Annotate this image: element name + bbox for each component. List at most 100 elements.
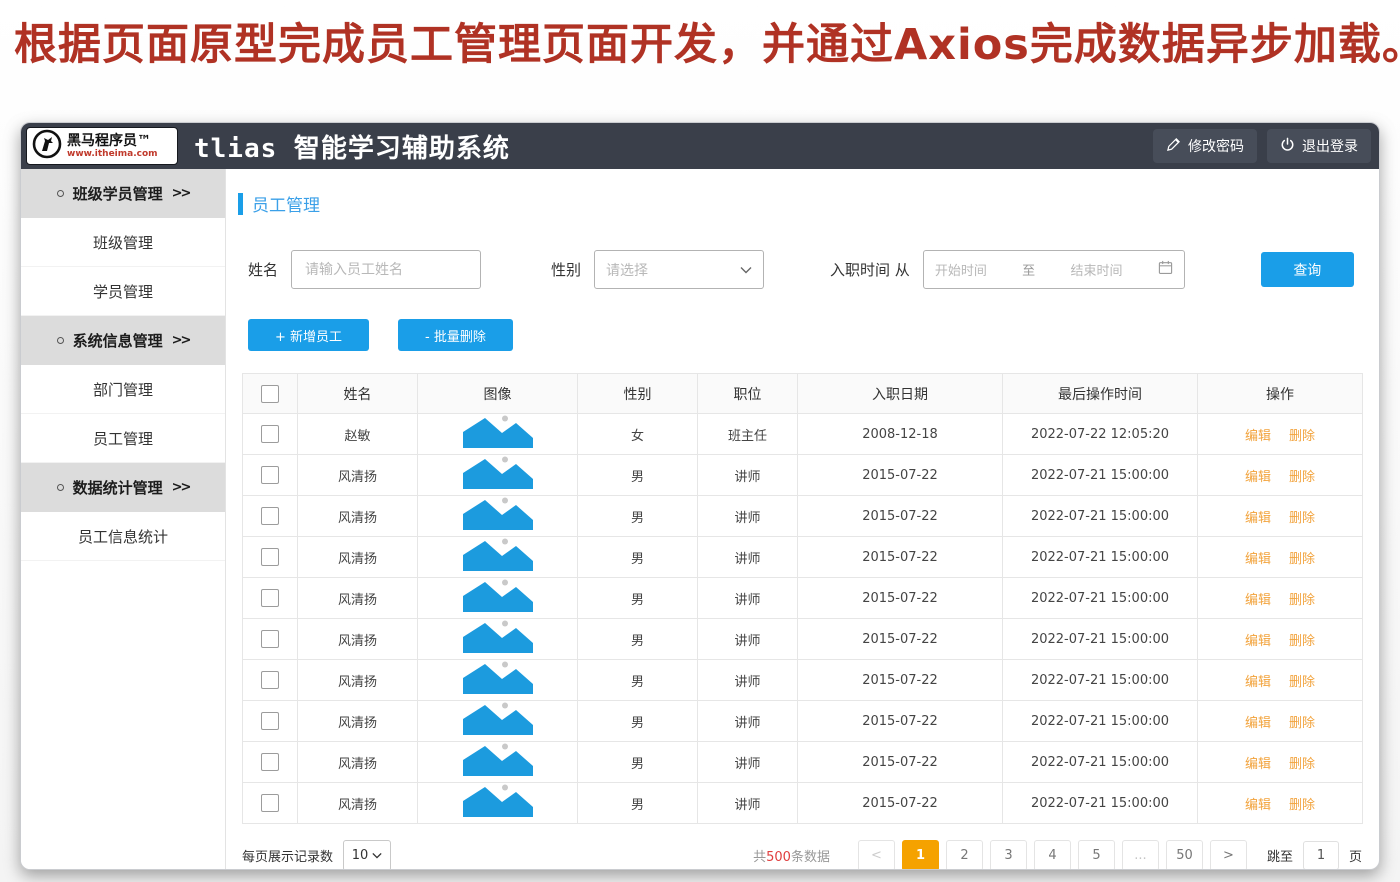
col-operations: 操作 bbox=[1197, 373, 1363, 414]
page-button-1[interactable]: 1 bbox=[901, 840, 939, 869]
edit-link[interactable]: 编辑 bbox=[1245, 470, 1271, 485]
sidebar-item-student-mgmt[interactable]: 学员管理 bbox=[21, 267, 225, 316]
cell-gender: 男 bbox=[577, 659, 698, 701]
cell-last-op: 2022-07-21 15:00:00 bbox=[1002, 741, 1198, 783]
edit-link[interactable]: 编辑 bbox=[1245, 634, 1271, 649]
sidebar-group-data-stats[interactable]: 数据统计管理 >> bbox=[21, 463, 225, 512]
delete-link[interactable]: 删除 bbox=[1289, 511, 1315, 526]
chevron-down-icon bbox=[372, 848, 382, 863]
cell-last-op: 2022-07-21 15:00:00 bbox=[1002, 700, 1198, 742]
page-button-4[interactable]: 4 bbox=[1033, 840, 1071, 869]
cell-name: 风清扬 bbox=[297, 454, 418, 496]
cell-last-op: 2022-07-21 15:00:00 bbox=[1002, 782, 1198, 824]
search-button[interactable]: 查询 bbox=[1260, 252, 1354, 287]
row-checkbox[interactable] bbox=[261, 712, 279, 730]
edit-link[interactable]: 编辑 bbox=[1245, 798, 1271, 813]
cell-name: 风清扬 bbox=[297, 782, 418, 824]
image-placeholder-icon bbox=[458, 661, 538, 697]
page-button-50[interactable]: 50 bbox=[1165, 840, 1203, 869]
image-placeholder-icon bbox=[458, 456, 538, 492]
name-input[interactable] bbox=[291, 250, 482, 289]
page-button-5[interactable]: 5 bbox=[1077, 840, 1115, 869]
table-row: 风清扬 男讲师 2015-07-22 2022-07-21 15:00:00 编辑 删除 bbox=[242, 618, 1363, 660]
row-checkbox[interactable] bbox=[261, 548, 279, 566]
prev-page-button[interactable]: < bbox=[857, 840, 895, 869]
chevron-double-right-icon: >> bbox=[171, 186, 192, 201]
sidebar-item-emp-mgmt[interactable]: 员工管理 bbox=[21, 414, 225, 463]
table-row: 风清扬 男讲师 2015-07-22 2022-07-21 15:00:00 编辑 删除 bbox=[242, 495, 1363, 537]
edit-link[interactable]: 编辑 bbox=[1245, 429, 1271, 444]
edit-link[interactable]: 编辑 bbox=[1245, 593, 1271, 608]
cell-name: 风清扬 bbox=[297, 536, 418, 578]
cell-hire-date: 2015-07-22 bbox=[797, 741, 1003, 783]
brand-name: 黑马程序员™ bbox=[67, 132, 151, 149]
brand-logo: 黑马程序员™ www.itheima.com bbox=[26, 127, 178, 165]
delete-link[interactable]: 删除 bbox=[1289, 470, 1315, 485]
main-content: 员工管理 姓名 性别 请选择 入职时间 从 开始时间 至 结束时间 bbox=[226, 169, 1379, 869]
row-checkbox[interactable] bbox=[261, 589, 279, 607]
batch-delete-button[interactable]: - 批量删除 bbox=[398, 319, 513, 351]
cell-position: 班主任 bbox=[697, 413, 798, 455]
row-checkbox[interactable] bbox=[261, 425, 279, 443]
edit-link[interactable]: 编辑 bbox=[1245, 552, 1271, 567]
sidebar-group-class-student[interactable]: 班级学员管理 >> bbox=[21, 169, 225, 218]
ellipsis-button[interactable]: ... bbox=[1121, 840, 1159, 869]
delete-link[interactable]: 删除 bbox=[1289, 593, 1315, 608]
total-records-text: 共500条数据 bbox=[753, 850, 830, 865]
table-row: 风清扬 男讲师 2015-07-22 2022-07-21 15:00:00 编辑 删除 bbox=[242, 659, 1363, 701]
add-employee-button[interactable]: + 新增员工 bbox=[248, 319, 370, 351]
col-gender: 性别 bbox=[577, 373, 698, 414]
cell-gender: 男 bbox=[577, 577, 698, 619]
next-page-button[interactable]: > bbox=[1209, 840, 1247, 869]
cell-position: 讲师 bbox=[697, 741, 798, 783]
image-placeholder-icon bbox=[458, 415, 538, 451]
edit-link[interactable]: 编辑 bbox=[1245, 716, 1271, 731]
row-checkbox[interactable] bbox=[261, 794, 279, 812]
col-name: 姓名 bbox=[297, 373, 418, 414]
delete-link[interactable]: 删除 bbox=[1289, 716, 1315, 731]
row-checkbox[interactable] bbox=[261, 671, 279, 689]
cell-position: 讲师 bbox=[697, 618, 798, 660]
jump-page-input[interactable] bbox=[1302, 841, 1339, 869]
edit-link[interactable]: 编辑 bbox=[1245, 757, 1271, 772]
page-button-3[interactable]: 3 bbox=[989, 840, 1027, 869]
row-checkbox[interactable] bbox=[261, 507, 279, 525]
row-checkbox[interactable] bbox=[261, 630, 279, 648]
calendar-icon bbox=[1158, 260, 1173, 279]
delete-link[interactable]: 删除 bbox=[1289, 429, 1315, 444]
page-size-select[interactable]: 10 bbox=[343, 840, 392, 869]
sidebar-item-emp-info-stats[interactable]: 员工信息统计 bbox=[21, 512, 225, 561]
page-button-2[interactable]: 2 bbox=[945, 840, 983, 869]
cell-last-op: 2022-07-21 15:00:00 bbox=[1002, 659, 1198, 701]
app-header: 黑马程序员™ www.itheima.com tlias 智能学习辅助系统 修改… bbox=[21, 123, 1379, 169]
sidebar-item-dept-mgmt[interactable]: 部门管理 bbox=[21, 365, 225, 414]
delete-link[interactable]: 删除 bbox=[1289, 675, 1315, 690]
row-checkbox[interactable] bbox=[261, 753, 279, 771]
edit-link[interactable]: 编辑 bbox=[1245, 511, 1271, 526]
table-row: 风清扬 男讲师 2015-07-22 2022-07-21 15:00:00 编辑 删除 bbox=[242, 454, 1363, 496]
cell-last-op: 2022-07-22 12:05:20 bbox=[1002, 413, 1198, 455]
row-checkbox[interactable] bbox=[261, 466, 279, 484]
delete-link[interactable]: 删除 bbox=[1289, 798, 1315, 813]
image-placeholder-icon bbox=[458, 743, 538, 779]
cell-gender: 男 bbox=[577, 618, 698, 660]
cell-hire-date: 2015-07-22 bbox=[797, 454, 1003, 496]
image-placeholder-icon bbox=[458, 620, 538, 656]
cell-hire-date: 2015-07-22 bbox=[797, 618, 1003, 660]
delete-link[interactable]: 删除 bbox=[1289, 552, 1315, 567]
edit-link[interactable]: 编辑 bbox=[1245, 675, 1271, 690]
delete-link[interactable]: 删除 bbox=[1289, 634, 1315, 649]
change-password-button[interactable]: 修改密码 bbox=[1153, 129, 1257, 163]
sidebar-group-system-info[interactable]: 系统信息管理 >> bbox=[21, 316, 225, 365]
page-heading: 根据页面原型完成员工管理页面开发，并通过Axios完成数据异步加载。 bbox=[14, 20, 1400, 70]
delete-link[interactable]: 删除 bbox=[1289, 757, 1315, 772]
gender-select[interactable]: 请选择 bbox=[594, 250, 765, 289]
image-placeholder-icon bbox=[458, 497, 538, 533]
name-label: 姓名 bbox=[248, 261, 279, 279]
select-all-checkbox[interactable] bbox=[261, 384, 279, 403]
sidebar-item-class-mgmt[interactable]: 班级管理 bbox=[21, 218, 225, 267]
logout-button[interactable]: 退出登录 bbox=[1267, 129, 1371, 163]
hire-date-range-picker[interactable]: 开始时间 至 结束时间 bbox=[922, 250, 1185, 289]
gender-label: 性别 bbox=[551, 261, 582, 279]
cell-name: 风清扬 bbox=[297, 659, 418, 701]
